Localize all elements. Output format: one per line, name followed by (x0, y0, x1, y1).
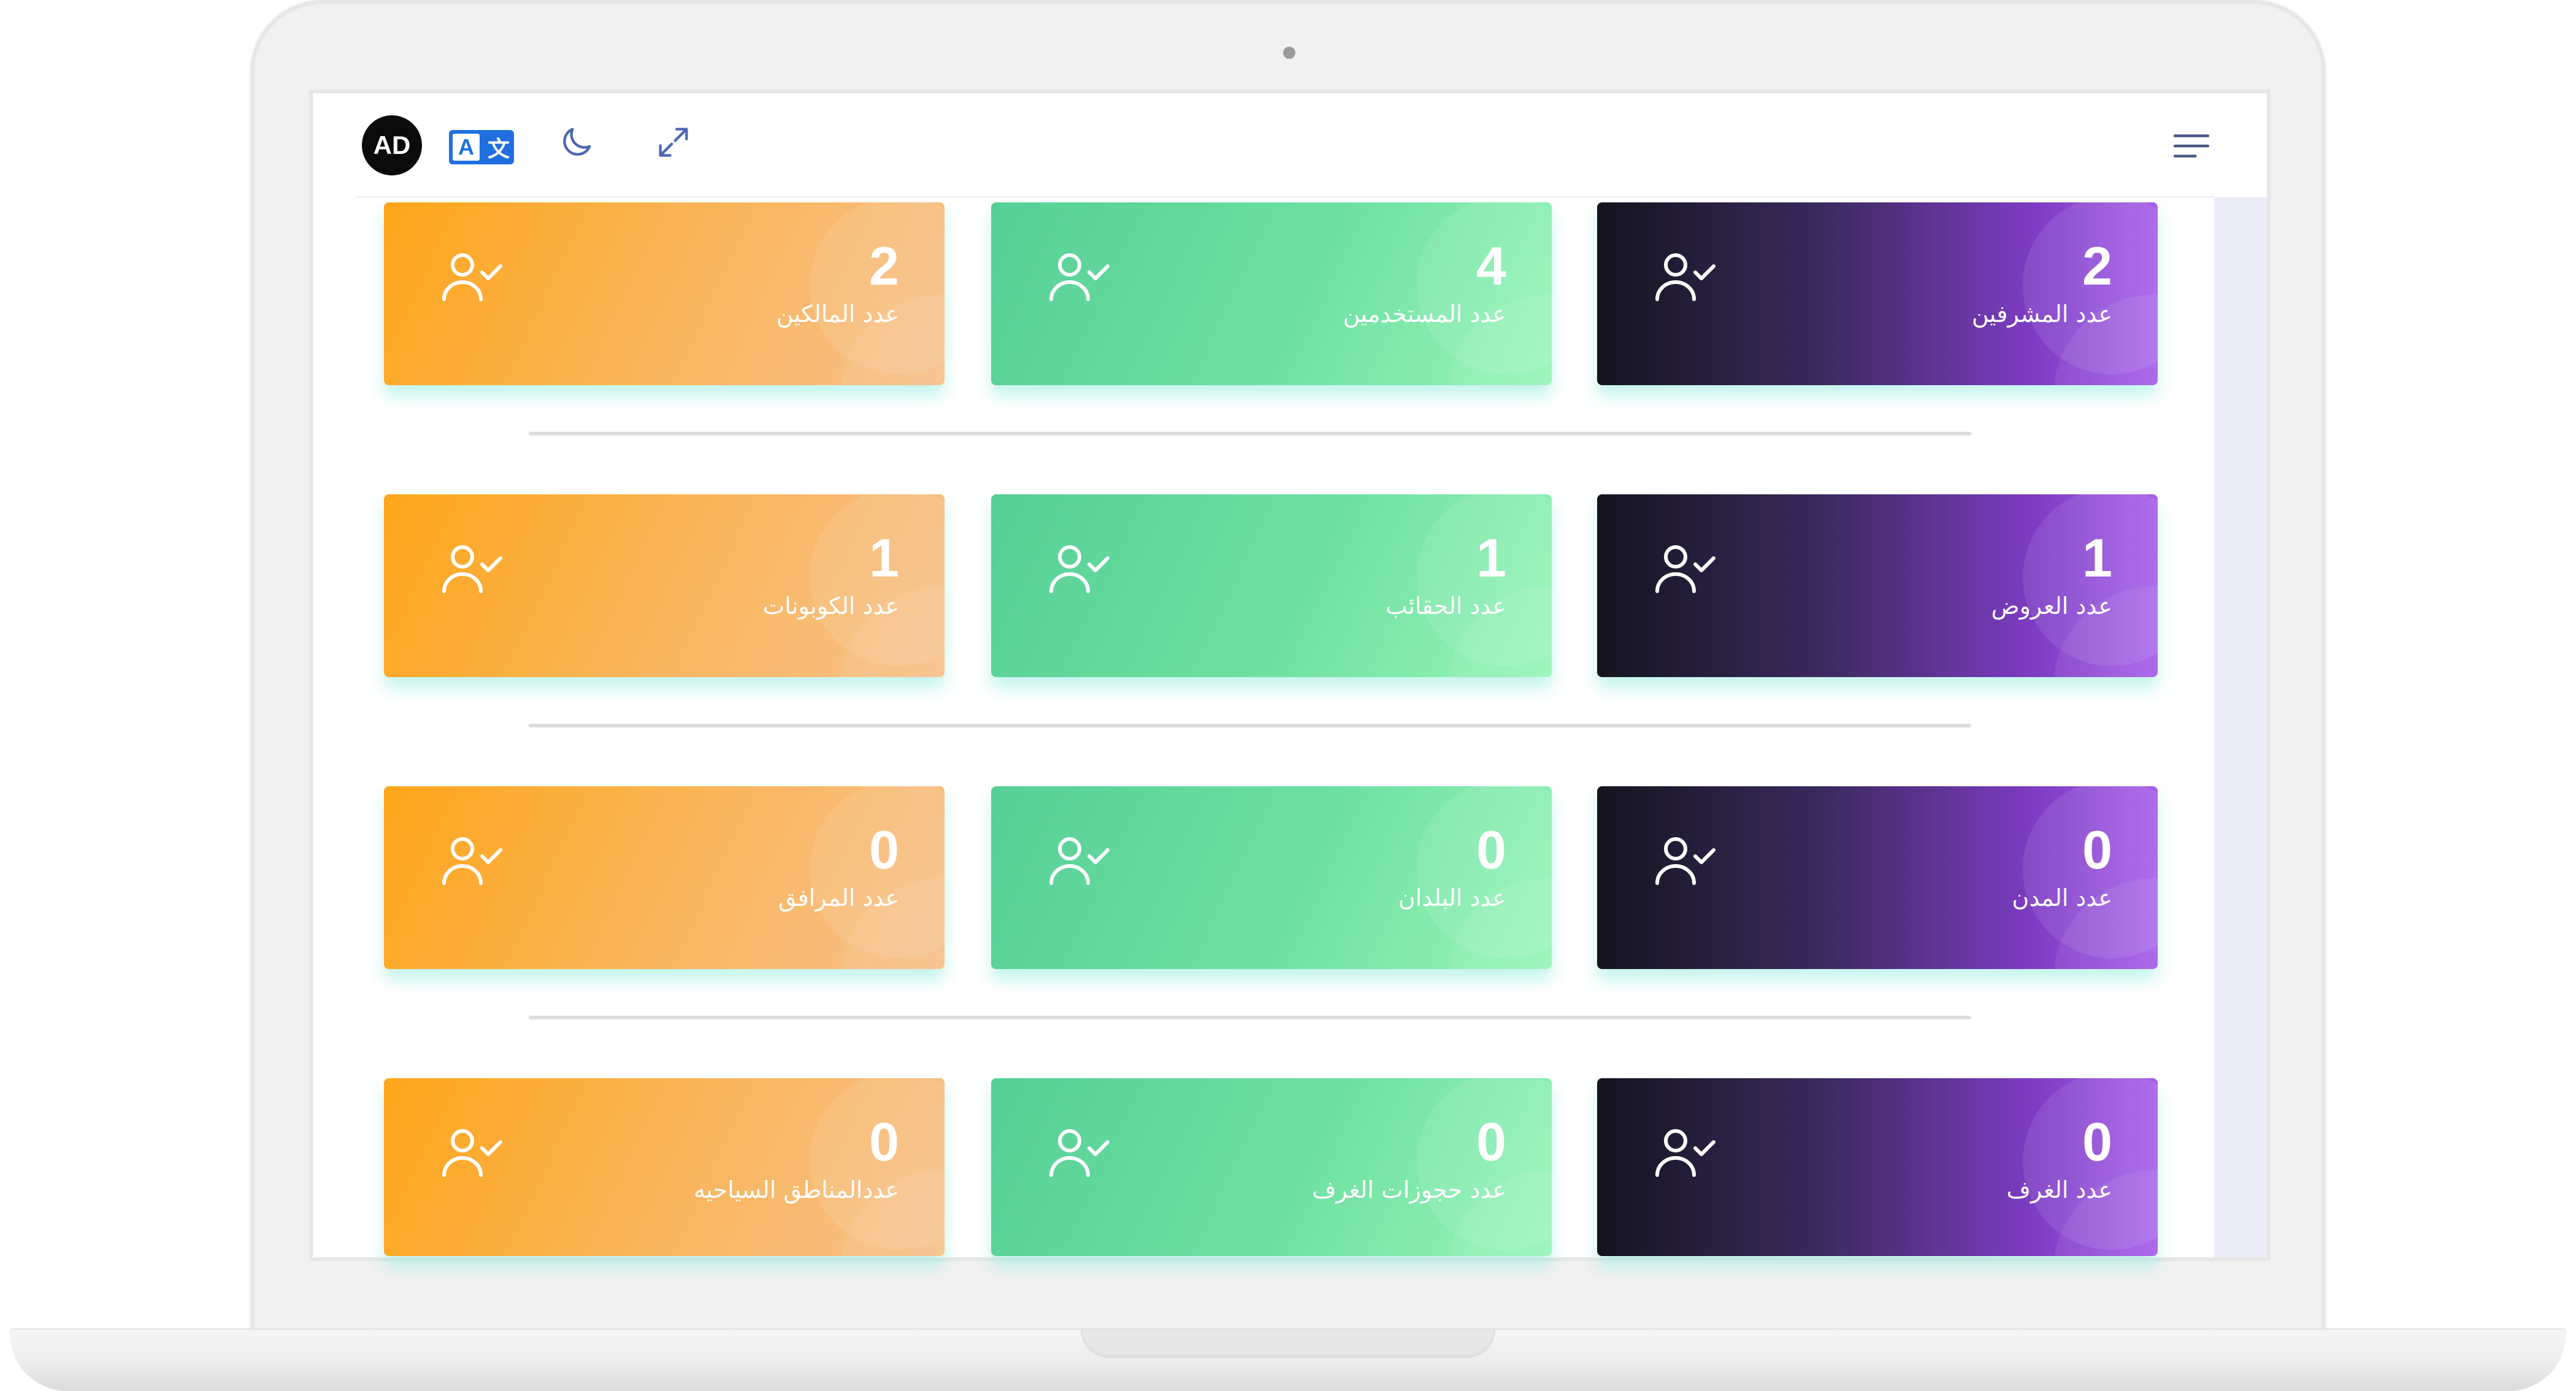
stat-label: عدد الحقائب (1386, 592, 1506, 619)
stat-count: 0 (869, 1111, 899, 1172)
user-check-icon (1049, 1129, 1110, 1177)
moon-icon[interactable] (557, 123, 596, 162)
stat-label: عددالمناطق السياحيه (693, 1176, 899, 1203)
user-check-icon (1655, 1129, 1715, 1177)
stat-card-supervisors[interactable]: 2 عدد المشرفين (1597, 202, 2158, 385)
row-divider (529, 1016, 1971, 1019)
camera-dot (1283, 47, 1295, 59)
stat-card-owners[interactable]: 2 عدد المالكين (384, 202, 945, 385)
translate-icon[interactable]: A 文 (449, 130, 514, 164)
user-check-icon (442, 837, 502, 885)
laptop-notch (1081, 1330, 1495, 1358)
stat-count: 0 (1476, 819, 1506, 880)
translate-icon-left: A (453, 134, 480, 161)
stat-count: 0 (869, 819, 899, 880)
stat-count: 2 (2082, 236, 2112, 296)
stat-card-countries[interactable]: 0 عدد البلدان (991, 786, 1552, 969)
stat-card-offers[interactable]: 1 عدد العروض (1597, 494, 2158, 677)
stat-label: عدد الكوبونات (762, 592, 899, 619)
stat-card-coupons[interactable]: 1 عدد الكوبونات (384, 494, 945, 677)
stat-count: 0 (1476, 1111, 1506, 1172)
user-check-icon (442, 1129, 502, 1177)
stat-label: عدد العروض (1991, 592, 2112, 619)
user-check-icon (1655, 545, 1715, 593)
user-avatar[interactable]: AD (362, 115, 422, 175)
stat-card-users[interactable]: 4 عدد المستخدمين (991, 202, 1552, 385)
stat-count: 0 (2082, 819, 2112, 880)
stat-count: 2 (869, 236, 899, 296)
stat-label: عدد الغرف (2006, 1176, 2112, 1203)
expand-icon[interactable] (654, 123, 693, 162)
top-navbar: AD A 文 (313, 93, 2267, 196)
user-check-icon (1049, 253, 1110, 301)
stat-label: عدد المستخدمين (1343, 301, 1506, 328)
stat-label: عدد المدن (2012, 884, 2112, 911)
row-divider (529, 432, 1971, 435)
stat-card-facilities[interactable]: 0 عدد المرافق (384, 786, 945, 969)
stat-card-rooms[interactable]: 0 عدد الغرف (1597, 1078, 2158, 1256)
stat-card-bags[interactable]: 1 عدد الحقائب (991, 494, 1552, 677)
stat-label: عدد المالكين (776, 301, 899, 328)
stat-card-room-bookings[interactable]: 0 عدد حجوزات الغرف (991, 1078, 1552, 1256)
stat-label: عدد حجوزات الغرف (1312, 1176, 1506, 1203)
menu-icon[interactable] (2172, 130, 2210, 162)
stat-count: 1 (2082, 527, 2112, 588)
user-check-icon (1049, 545, 1110, 593)
stat-count: 1 (869, 527, 899, 588)
stat-count: 1 (1476, 527, 1506, 588)
translate-icon-right: 文 (487, 137, 510, 162)
stat-count: 4 (1476, 236, 1506, 296)
stat-count: 0 (2082, 1111, 2112, 1172)
user-check-icon (1049, 837, 1110, 885)
user-check-icon (1655, 253, 1715, 301)
scrollbar-track[interactable] (2214, 197, 2267, 1257)
stat-card-tourist-areas[interactable]: 0 عددالمناطق السياحيه (384, 1078, 945, 1256)
stat-card-cities[interactable]: 0 عدد المدن (1597, 786, 2158, 969)
user-check-icon (1655, 837, 1715, 885)
user-check-icon (442, 253, 502, 301)
stat-label: عدد البلدان (1398, 884, 1506, 911)
stat-label: عدد المشرفين (1971, 301, 2112, 328)
stat-label: عدد المرافق (778, 884, 899, 911)
row-divider (529, 724, 1971, 727)
user-check-icon (442, 545, 502, 593)
